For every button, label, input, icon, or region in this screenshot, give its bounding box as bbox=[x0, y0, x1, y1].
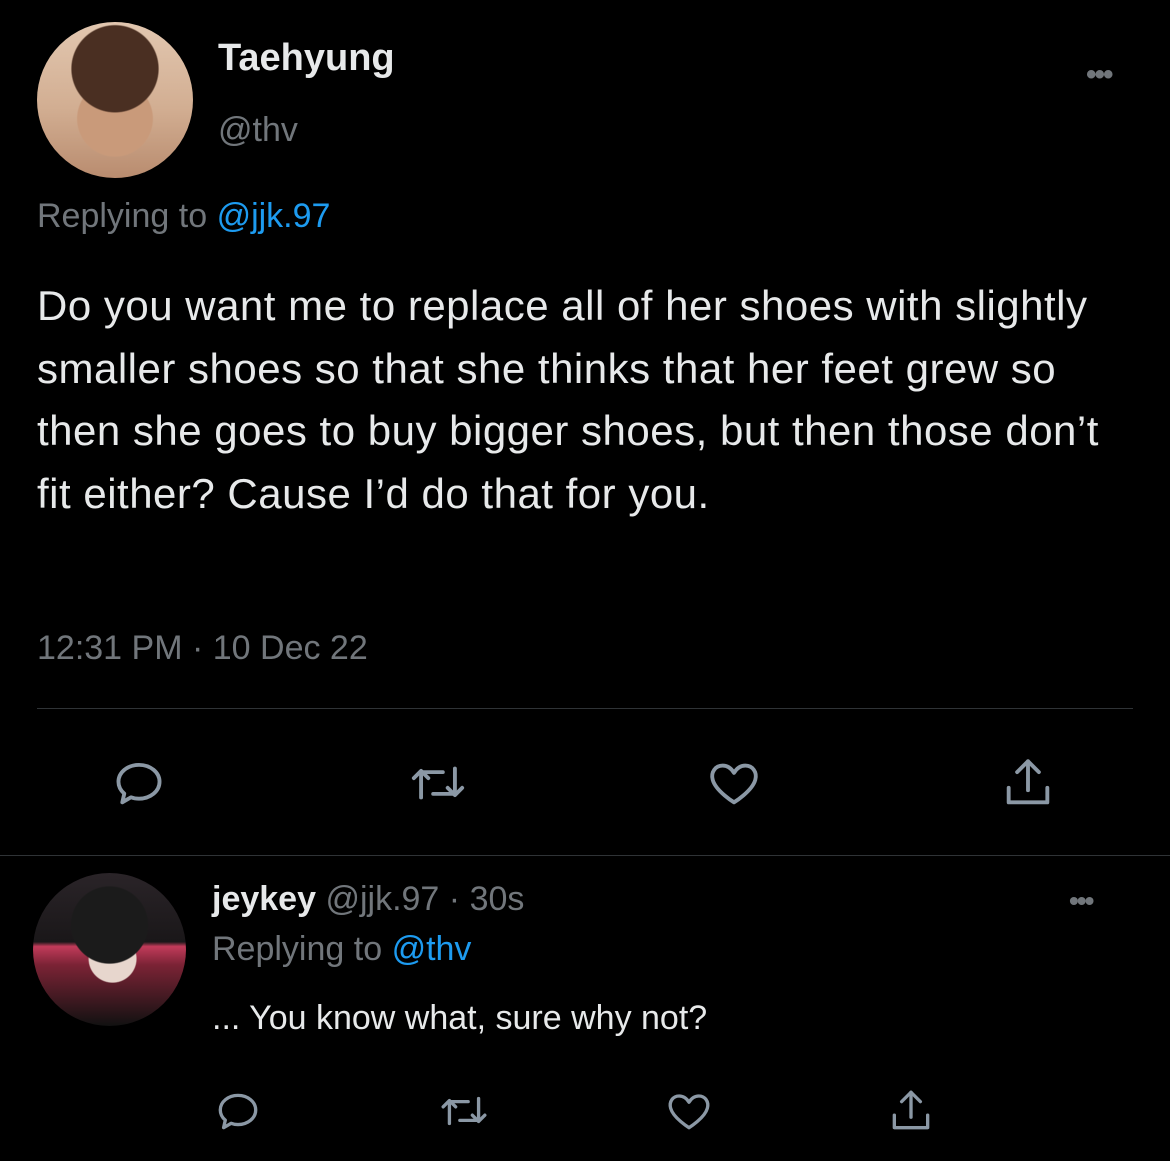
reply-icon[interactable] bbox=[213, 1086, 263, 1136]
divider bbox=[37, 708, 1133, 709]
replying-handle-link[interactable]: @thv bbox=[392, 930, 472, 968]
reply-header: jeykey @jjk.97 · 30s bbox=[212, 880, 524, 919]
like-icon[interactable] bbox=[663, 1086, 715, 1136]
replying-to: Replying to @jjk.97 bbox=[37, 197, 330, 236]
reply-text: ... You know what, sure why not? bbox=[212, 999, 708, 1037]
replying-to: Replying to @thv bbox=[212, 930, 471, 969]
retweet-icon[interactable] bbox=[406, 754, 470, 812]
tweet-age[interactable]: 30s bbox=[470, 880, 525, 918]
replying-label: Replying to bbox=[37, 197, 208, 235]
reply-icon[interactable] bbox=[110, 754, 168, 812]
share-icon[interactable] bbox=[999, 754, 1057, 812]
replying-handle-link[interactable]: @jjk.97 bbox=[217, 197, 331, 235]
display-name[interactable]: jeykey bbox=[212, 880, 316, 918]
like-icon[interactable] bbox=[704, 754, 764, 812]
more-options-icon[interactable]: ••• bbox=[1069, 885, 1094, 917]
replying-label: Replying to bbox=[212, 930, 383, 968]
avatar[interactable] bbox=[37, 22, 193, 178]
retweet-icon[interactable] bbox=[436, 1086, 492, 1136]
divider bbox=[0, 855, 1170, 856]
share-icon[interactable] bbox=[886, 1086, 936, 1136]
tweet-timestamp[interactable]: 12:31 PM · 10 Dec 22 bbox=[37, 629, 368, 668]
handle[interactable]: @thv bbox=[218, 111, 298, 150]
more-options-icon[interactable]: ••• bbox=[1086, 58, 1113, 92]
handle[interactable]: @jjk.97 bbox=[325, 880, 439, 918]
tweet-text: Do you want me to replace all of her sho… bbox=[37, 282, 1099, 517]
separator: · bbox=[448, 880, 461, 918]
display-name[interactable]: Taehyung bbox=[218, 37, 395, 80]
avatar[interactable] bbox=[33, 873, 186, 1026]
